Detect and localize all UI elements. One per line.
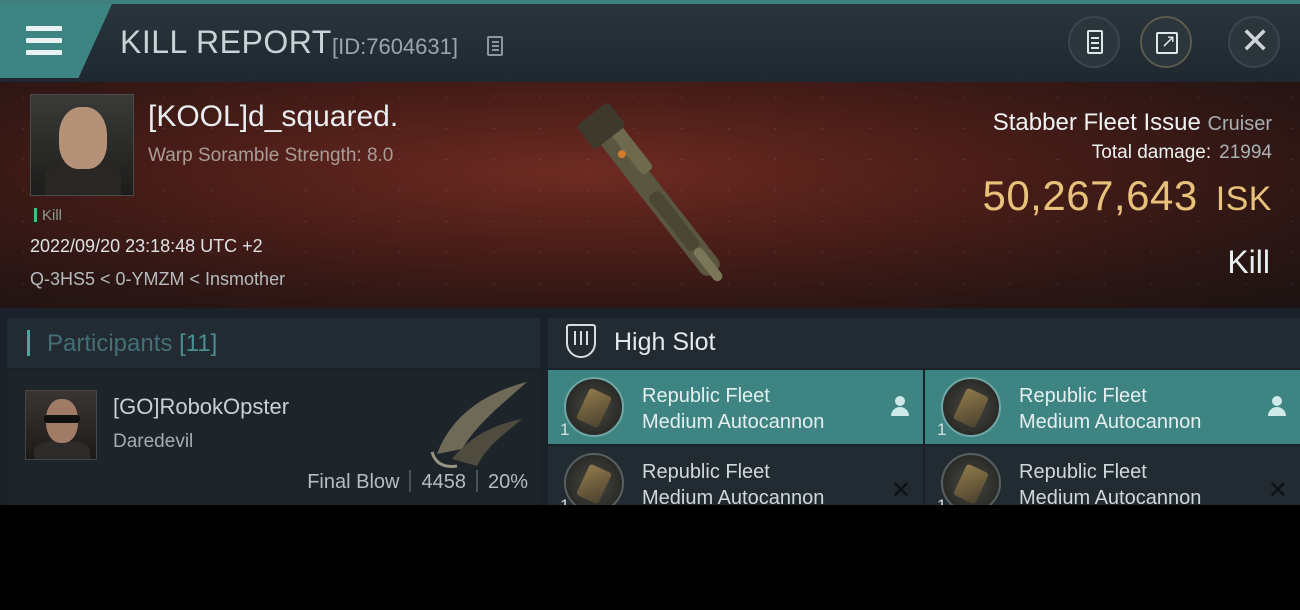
report-id: [ID:7604631] xyxy=(332,34,458,59)
total-damage: Total damage: 21994 xyxy=(1091,142,1272,163)
module-slot[interactable]: 1 Republic Fleet Medium Autocannon xyxy=(548,370,923,444)
module-qty: 1 xyxy=(560,496,569,505)
participant-ship-image xyxy=(430,382,527,468)
share-button[interactable] xyxy=(1140,16,1192,68)
participant-percent: 20% xyxy=(487,471,528,493)
kill-tag: Kill xyxy=(34,207,62,224)
module-icon xyxy=(941,377,1001,437)
pilot-icon xyxy=(891,396,909,418)
copy-id-icon[interactable] xyxy=(487,36,503,56)
victim-portrait[interactable] xyxy=(30,94,134,196)
result-label: Kill xyxy=(1227,244,1270,280)
participants-header: Participants [11] xyxy=(7,318,540,368)
victim-ship-image xyxy=(577,103,723,282)
kill-banner: [KOOL]d_squared. Warp Soramble Strength:… xyxy=(0,82,1300,308)
final-blow-label: Final Blow xyxy=(307,471,400,493)
destroyed-icon: ✕ xyxy=(890,477,911,504)
header-accent-line xyxy=(0,0,1300,4)
kill-report-screen: KILL REPORT [ID:7604631] ✕ [KOOL]d_squar… xyxy=(0,0,1300,505)
module-qty: 1 xyxy=(560,420,570,439)
clipboard-button[interactable] xyxy=(1068,16,1120,68)
module-name: Republic Fleet Medium Autocannon xyxy=(1019,385,1202,433)
module-name: Republic Fleet Medium Autocannon xyxy=(642,461,825,505)
hamburger-icon xyxy=(26,26,62,56)
module-qty: 1 xyxy=(937,496,946,505)
kill-timestamp: 2022/09/20 23:18:48 UTC +2 xyxy=(30,236,263,256)
participant-stats: Final Blow 4458 20% xyxy=(307,470,528,494)
victim-name[interactable]: [KOOL]d_squared. xyxy=(148,100,398,134)
participants-count: [11] xyxy=(179,330,218,357)
letterbox-bar xyxy=(0,505,1300,610)
close-button[interactable]: ✕ xyxy=(1228,16,1280,68)
high-slot-icon xyxy=(566,324,596,358)
module-slot[interactable]: 1 Republic FleetMedium Autocannon ✕ xyxy=(925,446,1300,505)
destroyed-icon: ✕ xyxy=(1267,477,1288,504)
module-icon xyxy=(941,453,1001,505)
participant-name: [GO]RobokOpster xyxy=(113,394,290,419)
victim-ship-name[interactable]: Stabber Fleet Issue Cruiser xyxy=(993,109,1272,137)
ship-class: Cruiser xyxy=(1207,113,1272,135)
participant-row[interactable]: [GO]RobokOpster Daredevil Final Blow 4458… xyxy=(7,372,540,505)
page-title: KILL REPORT xyxy=(120,24,332,60)
module-icon xyxy=(564,377,624,437)
kill-location[interactable]: Q-3HS5 < 0-YMZM < Insmother xyxy=(30,269,285,290)
participants-title: Participants xyxy=(47,330,173,357)
share-icon xyxy=(1156,31,1178,54)
module-name: Republic Fleet Medium Autocannon xyxy=(1019,461,1202,505)
participant-damage: 4458 xyxy=(421,471,466,493)
participant-ship: Daredevil xyxy=(113,431,194,452)
module-qty: 1 xyxy=(937,420,947,439)
clipboard-icon xyxy=(1087,30,1103,54)
module-icon xyxy=(564,453,624,505)
menu-button[interactable] xyxy=(0,4,112,78)
module-slot[interactable]: 1 Republic FleetMedium Autocannon ✕ xyxy=(548,446,923,505)
module-name: Republic Fleet Medium Autocannon xyxy=(642,385,825,433)
header-bar: KILL REPORT [ID:7604631] ✕ xyxy=(0,0,1300,82)
warp-scramble-strength: Warp Soramble Strength: 8.0 xyxy=(148,145,394,166)
high-slot-title: High Slot xyxy=(614,328,716,356)
module-slot[interactable]: 1 Republic Fleet Medium Autocannon xyxy=(925,370,1300,444)
participant-portrait xyxy=(25,390,97,460)
isk-value: 50,267,643 ISK xyxy=(982,172,1272,219)
pilot-icon xyxy=(1268,396,1286,418)
high-slot-header: High Slot xyxy=(548,318,1300,368)
close-icon: ✕ xyxy=(1240,21,1271,62)
